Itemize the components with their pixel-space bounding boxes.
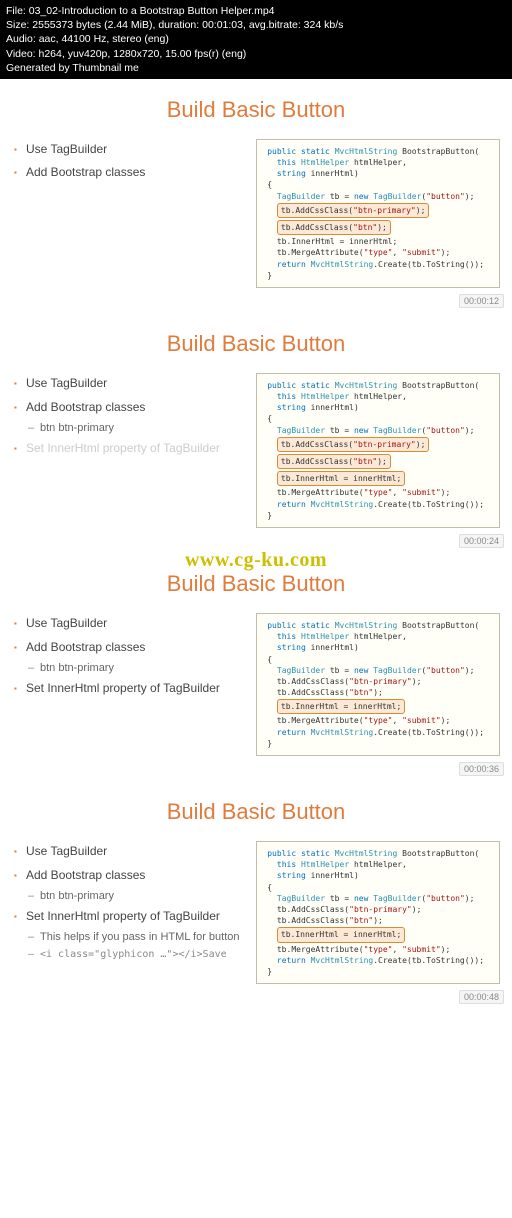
code-line: tb.AddCssClass("btn"); — [263, 915, 493, 926]
meta-size: Size: 2555373 bytes (2.44 MiB), duration… — [6, 18, 506, 32]
code-line: this HtmlHelper htmlHelper, — [263, 631, 493, 642]
bullet-item: Set InnerHtml property of TagBuilder — [12, 678, 246, 700]
code-line: { — [263, 882, 493, 893]
bullet-item: Add Bootstrap classes — [12, 865, 246, 887]
code-line: TagBuilder tb = new TagBuilder("button")… — [263, 425, 493, 436]
code-line: TagBuilder tb = new TagBuilder("button")… — [263, 893, 493, 904]
bullet-list: Use TagBuilderAdd Bootstrap classes — [12, 139, 246, 186]
code-line: tb.AddCssClass("btn-primary"); — [263, 676, 493, 687]
code-line: string innerHtml) — [263, 168, 493, 179]
code-line: tb.AddCssClass("btn"); — [263, 453, 493, 470]
code-line: { — [263, 179, 493, 190]
code-line: { — [263, 413, 493, 424]
bullet-list: Use TagBuilderAdd Bootstrap classesbtn b… — [12, 613, 246, 701]
code-line: } — [263, 966, 493, 977]
code-snippet: public static MvcHtmlString BootstrapBut… — [256, 373, 500, 528]
code-line: tb.InnerHtml = innerHtml; — [263, 236, 493, 247]
timestamp-label: 00:00:12 — [459, 294, 504, 308]
code-line: } — [263, 270, 493, 281]
code-line: tb.MergeAttribute("type", "submit"); — [263, 944, 493, 955]
code-line: tb.AddCssClass("btn-primary"); — [263, 904, 493, 915]
code-line: tb.AddCssClass("btn"); — [263, 219, 493, 236]
meta-video: Video: h264, yuv420p, 1280x720, 15.00 fp… — [6, 47, 506, 61]
code-line: string innerHtml) — [263, 402, 493, 413]
code-line: string innerHtml) — [263, 870, 493, 881]
slide-title: Build Basic Button — [12, 97, 500, 123]
code-line: tb.InnerHtml = innerHtml; — [263, 926, 493, 943]
sub-bullet-item: This helps if you pass in HTML for butto… — [12, 929, 246, 947]
code-line: return MvcHtmlString.Create(tb.ToString(… — [263, 727, 493, 738]
thumbnail-grid: www.cg-ku.com Build Basic Button Use TagB… — [0, 79, 512, 1009]
code-line: tb.AddCssClass("btn-primary"); — [263, 436, 493, 453]
slide-title: Build Basic Button — [12, 331, 500, 357]
bullet-item: Set InnerHtml property of TagBuilder — [12, 906, 246, 928]
bullet-list: Use TagBuilderAdd Bootstrap classesbtn b… — [12, 841, 246, 963]
sub-bullet-item: btn btn-primary — [12, 660, 246, 678]
bullet-item: Add Bootstrap classes — [12, 397, 246, 419]
code-line: } — [263, 738, 493, 749]
bullet-item: Use TagBuilder — [12, 613, 246, 635]
code-line: tb.InnerHtml = innerHtml; — [263, 470, 493, 487]
code-line: } — [263, 510, 493, 521]
code-line: public static MvcHtmlString BootstrapBut… — [263, 146, 493, 157]
code-line: { — [263, 654, 493, 665]
code-line: tb.AddCssClass("btn-primary"); — [263, 202, 493, 219]
sub-bullet-item: btn btn-primary — [12, 888, 246, 906]
sub-bullet-item: <i class="glyphicon …"></i>Save — [12, 947, 246, 963]
code-line: tb.MergeAttribute("type", "submit"); — [263, 247, 493, 258]
bullet-item: Add Bootstrap classes — [12, 162, 246, 184]
code-line: public static MvcHtmlString BootstrapBut… — [263, 620, 493, 631]
code-line: TagBuilder tb = new TagBuilder("button")… — [263, 191, 493, 202]
timestamp-label: 00:00:48 — [459, 990, 504, 1004]
code-line: tb.MergeAttribute("type", "submit"); — [263, 715, 493, 726]
bullet-item: Use TagBuilder — [12, 373, 246, 395]
meta-file: File: 03_02-Introduction to a Bootstrap … — [6, 4, 506, 18]
thumbnail-slide: Build Basic Button Use TagBuilderAdd Boot… — [0, 553, 512, 781]
thumbnail-slide: Build Basic Button Use TagBuilderAdd Boot… — [0, 79, 512, 313]
sub-bullet-item: btn btn-primary — [12, 420, 246, 438]
code-line: return MvcHtmlString.Create(tb.ToString(… — [263, 955, 493, 966]
code-line: TagBuilder tb = new TagBuilder("button")… — [263, 665, 493, 676]
bullet-list: Use TagBuilderAdd Bootstrap classesbtn b… — [12, 373, 246, 461]
code-line: return MvcHtmlString.Create(tb.ToString(… — [263, 259, 493, 270]
code-line: tb.InnerHtml = innerHtml; — [263, 698, 493, 715]
timestamp-label: 00:00:24 — [459, 534, 504, 548]
bullet-item: Use TagBuilder — [12, 139, 246, 161]
video-meta-header: File: 03_02-Introduction to a Bootstrap … — [0, 0, 512, 79]
slide-title: Build Basic Button — [12, 571, 500, 597]
code-line: string innerHtml) — [263, 642, 493, 653]
code-line: public static MvcHtmlString BootstrapBut… — [263, 848, 493, 859]
code-snippet: public static MvcHtmlString BootstrapBut… — [256, 139, 500, 288]
meta-generated: Generated by Thumbnail me — [6, 61, 506, 75]
bullet-item: Add Bootstrap classes — [12, 637, 246, 659]
meta-audio: Audio: aac, 44100 Hz, stereo (eng) — [6, 32, 506, 46]
code-snippet: public static MvcHtmlString BootstrapBut… — [256, 841, 500, 984]
bullet-item: Set InnerHtml property of TagBuilder — [12, 438, 246, 460]
code-line: public static MvcHtmlString BootstrapBut… — [263, 380, 493, 391]
thumbnail-slide: Build Basic Button Use TagBuilderAdd Boot… — [0, 781, 512, 1009]
code-line: return MvcHtmlString.Create(tb.ToString(… — [263, 499, 493, 510]
code-line: tb.AddCssClass("btn"); — [263, 687, 493, 698]
slide-title: Build Basic Button — [12, 799, 500, 825]
watermark-text: www.cg-ku.com — [185, 549, 327, 572]
timestamp-label: 00:00:36 — [459, 762, 504, 776]
thumbnail-slide: Build Basic Button Use TagBuilderAdd Boot… — [0, 313, 512, 553]
code-line: this HtmlHelper htmlHelper, — [263, 859, 493, 870]
code-line: tb.MergeAttribute("type", "submit"); — [263, 487, 493, 498]
code-line: this HtmlHelper htmlHelper, — [263, 391, 493, 402]
code-line: this HtmlHelper htmlHelper, — [263, 157, 493, 168]
code-snippet: public static MvcHtmlString BootstrapBut… — [256, 613, 500, 756]
bullet-item: Use TagBuilder — [12, 841, 246, 863]
